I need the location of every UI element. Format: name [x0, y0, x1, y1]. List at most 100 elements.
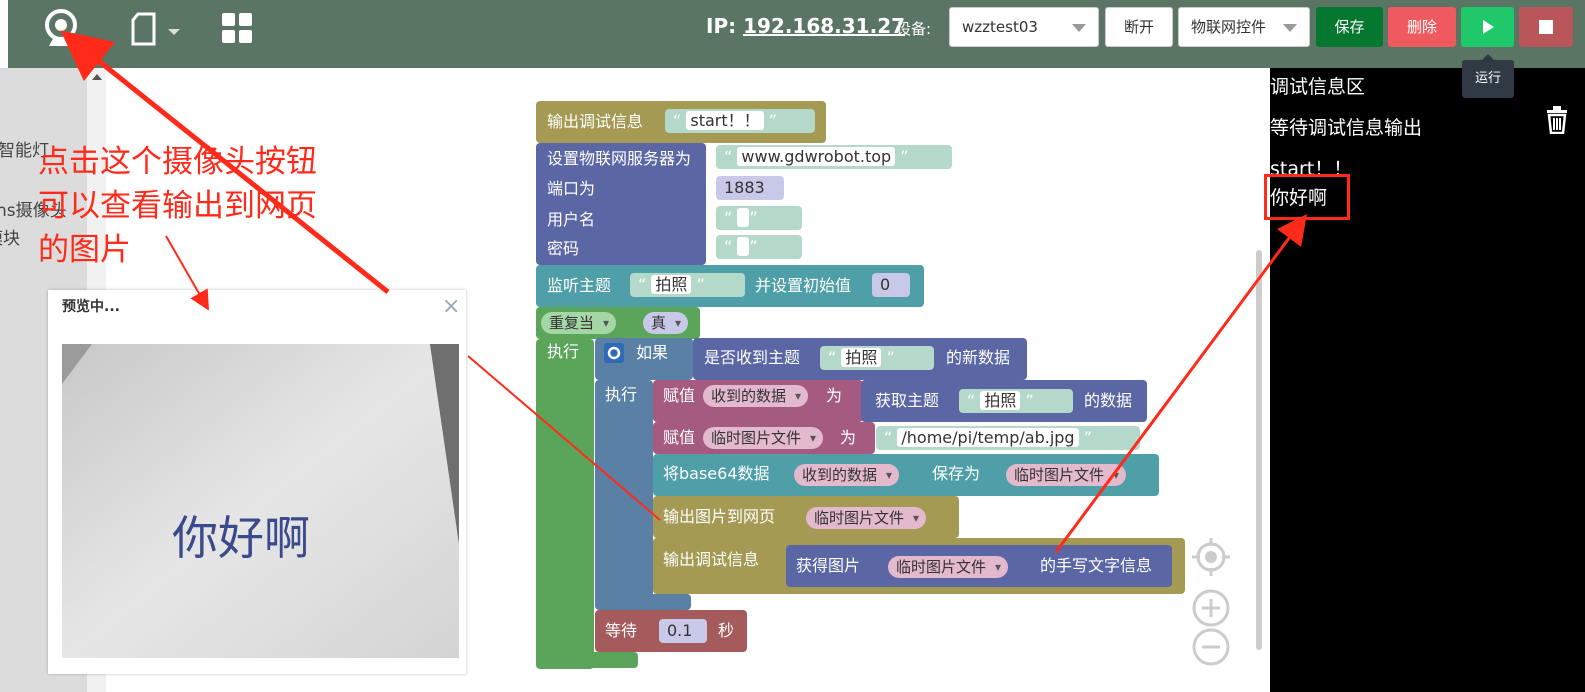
topic-value: 拍照: [980, 391, 1021, 410]
ip-value: 192.168.31.27: [743, 14, 906, 38]
app-root: IP: 192.168.31.27 设备: wzztest03 断开 物联网控件…: [0, 0, 1585, 692]
wait-value: 0.1: [667, 621, 693, 640]
annotation-text: 点击这个摄像头按钮 可以查看输出到网页 的图片: [38, 140, 317, 272]
block-repeat-footer: [536, 652, 638, 668]
chevron-down-icon: [1283, 24, 1297, 32]
block-label: 的手写文字信息: [1040, 556, 1153, 575]
block-label: 输出图片到网页: [663, 507, 776, 526]
top-toolbar: IP: 192.168.31.27 设备: wzztest03 断开 物联网控件…: [8, 0, 1585, 68]
path-value: /home/pi/temp/ab.jpg: [897, 428, 1079, 447]
number-slot[interactable]: 1883: [716, 176, 784, 200]
variable-dropdown[interactable]: 收到的数据: [794, 464, 900, 486]
condition-dropdown[interactable]: 真: [643, 312, 689, 334]
gear-icon[interactable]: [604, 343, 624, 363]
highlight-box: [1264, 174, 1350, 220]
ip-display: IP: 192.168.31.27: [706, 14, 905, 38]
preview-title: 预览中...: [62, 299, 120, 315]
text-slot[interactable]: “ www.gdwrobot.top ”: [716, 145, 952, 169]
number-slot[interactable]: 0: [872, 273, 910, 297]
topic-slot[interactable]: “ 拍照 ”: [630, 273, 745, 297]
block-label: 秒: [718, 621, 735, 640]
block-label: 设置物联网服务器为: [547, 149, 692, 168]
debug-waiting: 等待调试信息输出: [1270, 117, 1423, 139]
password-slot[interactable]: “ ”: [716, 235, 802, 259]
zoom-out-icon[interactable]: [1192, 628, 1230, 670]
device-label: 设备:: [896, 20, 932, 38]
preview-image: 你好啊: [62, 344, 459, 658]
close-icon[interactable]: ×: [442, 294, 460, 319]
device-select-value: wzztest03: [962, 18, 1038, 36]
play-icon: [1482, 20, 1494, 34]
file-icon[interactable]: [130, 12, 158, 50]
block-label: 的新数据: [946, 348, 1011, 367]
block-label: 执行: [605, 385, 638, 404]
block-label: 赋值: [663, 428, 696, 447]
grid-icon[interactable]: [221, 12, 253, 48]
block-label: 输出调试信息: [547, 112, 644, 131]
block-label: 端口为: [547, 179, 596, 198]
device-select[interactable]: wzztest03: [949, 7, 1099, 47]
scroll-up-icon[interactable]: [92, 74, 102, 80]
topic-slot[interactable]: “ 拍照 ”: [820, 346, 934, 370]
workspace-scrollbar[interactable]: [1256, 250, 1262, 650]
block-label: 将base64数据: [663, 464, 770, 483]
path-slot[interactable]: “ /home/pi/temp/ab.jpg ”: [876, 426, 1140, 450]
handwriting-text: 你好啊: [172, 511, 310, 565]
variable-dropdown[interactable]: 临时图片文件: [703, 427, 824, 449]
chevron-down-icon: [1072, 24, 1086, 32]
block-if-body: [595, 380, 653, 608]
debug-panel: 调试信息区 等待调试信息输出 start！！ 你好啊: [1270, 68, 1585, 692]
trash-icon[interactable]: [1546, 106, 1568, 138]
camera-icon[interactable]: [40, 8, 82, 54]
variable-dropdown[interactable]: 收到的数据: [703, 385, 809, 407]
port-value: 1883: [724, 178, 765, 197]
control-select-value: 物联网控件: [1191, 18, 1267, 36]
number-slot[interactable]: 0.1: [659, 619, 707, 643]
block-label: 赋值: [663, 386, 696, 405]
block-label: 密码: [547, 239, 580, 258]
block-label: 执行: [547, 342, 580, 361]
sidebar-item-module[interactable]: 模块: [0, 224, 20, 249]
topic-slot[interactable]: “ 拍照 ”: [959, 389, 1073, 413]
server-value: www.gdwrobot.top: [737, 147, 896, 166]
block-label: 如果: [636, 343, 669, 362]
repeat-dropdown[interactable]: 重复当: [541, 312, 617, 334]
zoom-in-icon[interactable]: [1192, 589, 1230, 631]
annotation-line: 的图片: [38, 232, 131, 268]
ip-label: IP:: [706, 14, 737, 38]
run-tooltip: 运行: [1462, 54, 1514, 98]
block-if-footer: [595, 594, 691, 610]
run-button[interactable]: [1461, 7, 1514, 47]
variable-dropdown[interactable]: 临时图片文件: [806, 507, 927, 529]
username-slot[interactable]: “ ”: [716, 206, 802, 230]
block-label: 等待: [605, 621, 638, 640]
disconnect-button[interactable]: 断开: [1105, 7, 1173, 47]
delete-button[interactable]: 删除: [1388, 7, 1456, 47]
stop-button[interactable]: [1519, 7, 1573, 47]
block-label: 监听主题: [547, 276, 612, 295]
image-preview-panel: 预览中... × 你好啊: [48, 290, 466, 674]
topic-value: 拍照: [651, 275, 692, 294]
recenter-icon[interactable]: [1192, 538, 1230, 580]
text-slot[interactable]: “ start！！ ”: [665, 109, 815, 133]
debug-title: 调试信息区: [1270, 76, 1366, 98]
block-repeat-body: [536, 339, 594, 669]
block-label: 用户名: [547, 210, 596, 229]
variable-dropdown[interactable]: 临时图片文件: [888, 556, 1009, 578]
block-label: 并设置初始值: [755, 276, 852, 295]
variable-dropdown[interactable]: 临时图片文件: [1006, 464, 1127, 486]
block-label: 为: [840, 428, 857, 447]
block-label: 为: [826, 386, 843, 405]
stop-icon: [1539, 20, 1553, 34]
chevron-down-icon[interactable]: [166, 22, 182, 41]
save-button[interactable]: 保存: [1316, 7, 1383, 47]
block-label: 获得图片: [796, 556, 861, 575]
block-label: 输出调试信息: [663, 550, 760, 569]
text-value: start！！: [686, 111, 764, 130]
control-select[interactable]: 物联网控件: [1178, 7, 1310, 47]
block-label: 的数据: [1084, 391, 1133, 410]
annotation-line: 可以查看输出到网页: [38, 188, 317, 224]
block-label: 获取主题: [875, 391, 940, 410]
block-label: 是否收到主题: [704, 348, 801, 367]
block-label: 保存为: [932, 464, 981, 483]
